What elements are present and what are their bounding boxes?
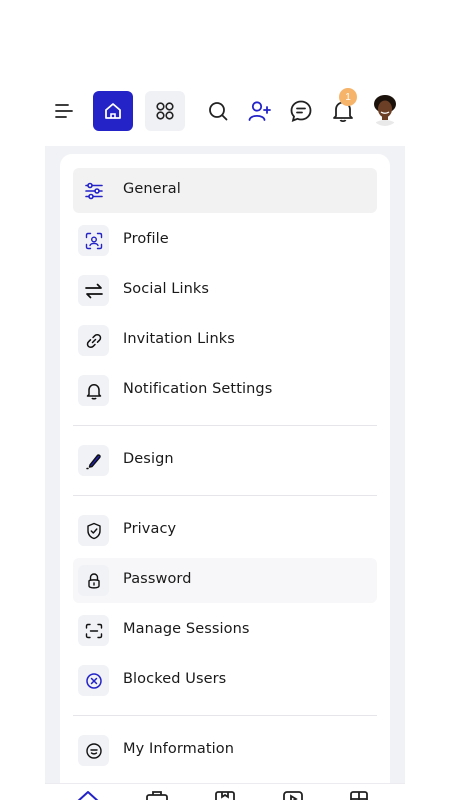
shield-check-icon <box>78 515 109 546</box>
apps-button[interactable] <box>145 91 185 131</box>
menu-item-invitation-links[interactable]: Invitation Links <box>73 318 377 363</box>
home-icon[interactable] <box>75 789 101 800</box>
notification-badge: 1 <box>339 88 357 106</box>
divider <box>73 425 377 426</box>
sessions-icon <box>78 615 109 646</box>
menu-item-label: General <box>123 181 181 197</box>
menu-item-privacy[interactable]: Privacy <box>73 508 377 553</box>
menu-item-label: Privacy <box>123 521 177 537</box>
menu-item-label: Social Links <box>123 281 210 297</box>
avatar[interactable] <box>370 94 400 126</box>
link-icon <box>78 325 109 356</box>
menu-item-label: Manage Sessions <box>123 621 250 637</box>
menu-item-label: My Information <box>123 741 235 757</box>
settings-menu: General Profile Social Links Invitation … <box>60 154 390 794</box>
info-face-icon <box>78 735 109 766</box>
home-icon <box>105 103 121 119</box>
settings-screen: 1 General Profile Social Links Invitatio… <box>0 0 450 800</box>
menu-item-label: Invitation Links <box>123 331 235 347</box>
menu-item-blocked-users[interactable]: Blocked Users <box>73 658 377 703</box>
menu-item-general[interactable]: General <box>73 168 377 213</box>
menu-item-label: Password <box>123 571 192 587</box>
menu-item-manage-sessions[interactable]: Manage Sessions <box>73 608 377 653</box>
menu-item-label: Design <box>123 451 174 467</box>
menu-item-label: Blocked Users <box>123 671 227 687</box>
menu-item-my-information[interactable]: My Information <box>73 728 377 773</box>
add-user-icon[interactable] <box>246 98 272 124</box>
menu-item-profile[interactable]: Profile <box>73 218 377 263</box>
search-icon[interactable] <box>205 98 231 124</box>
briefcase-icon[interactable] <box>144 789 170 800</box>
lock-icon <box>78 565 109 596</box>
bookmark-icon[interactable] <box>212 789 238 800</box>
grid-icon[interactable] <box>346 789 372 800</box>
play-icon[interactable] <box>280 789 306 800</box>
apps-icon <box>156 102 174 120</box>
pen-icon <box>78 445 109 476</box>
top-bar: 1 <box>45 88 405 134</box>
home-button[interactable] <box>93 91 133 131</box>
menu-item-design[interactable]: Design <box>73 438 377 483</box>
bell-icon <box>78 375 109 406</box>
sliders-icon <box>78 175 109 206</box>
swap-arrows-icon <box>78 275 109 306</box>
menu-icon[interactable] <box>51 98 77 124</box>
menu-item-label: Notification Settings <box>123 381 273 397</box>
menu-item-notification-settings[interactable]: Notification Settings <box>73 368 377 413</box>
menu-item-password[interactable]: Password <box>73 558 377 603</box>
bottom-nav <box>45 783 405 800</box>
chat-icon[interactable] <box>288 98 314 124</box>
menu-item-social-links[interactable]: Social Links <box>73 268 377 313</box>
divider <box>73 495 377 496</box>
blocked-icon <box>78 665 109 696</box>
menu-item-label: Profile <box>123 231 169 247</box>
divider <box>73 715 377 716</box>
profile-icon <box>78 225 109 256</box>
